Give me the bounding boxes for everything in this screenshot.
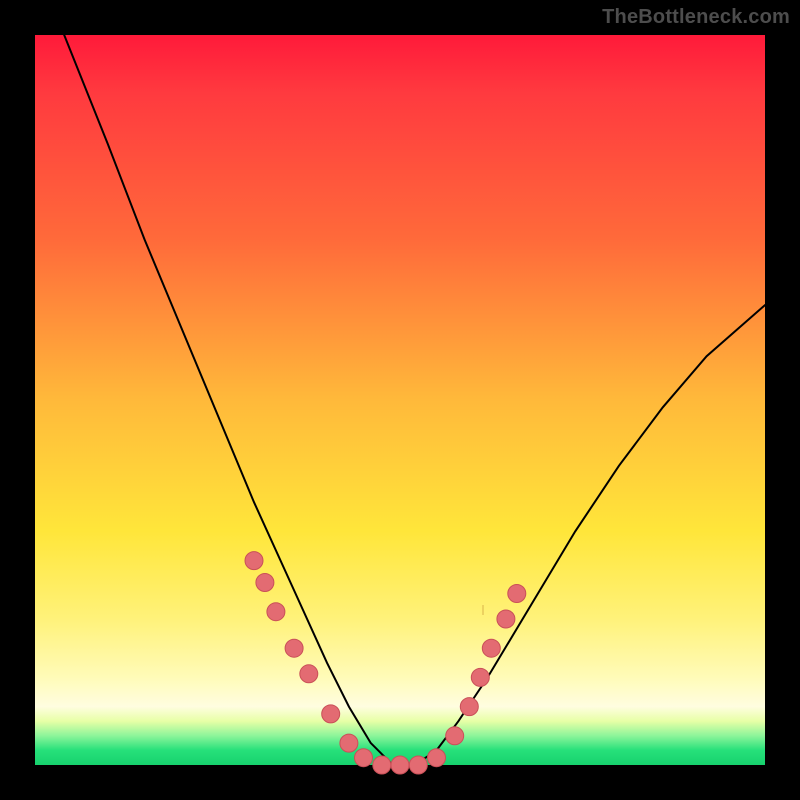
data-point [482, 639, 500, 657]
bottleneck-curve [64, 35, 765, 765]
curve-svg [35, 35, 765, 765]
plot-area [35, 35, 765, 765]
data-point [471, 668, 489, 686]
data-markers [245, 552, 526, 774]
data-point [409, 756, 427, 774]
data-point [373, 756, 391, 774]
watermark-text: TheBottleneck.com [602, 6, 790, 29]
data-point [322, 705, 340, 723]
data-point [497, 610, 515, 628]
data-point [267, 603, 285, 621]
data-point [460, 698, 478, 716]
data-point [340, 734, 358, 752]
data-point [285, 639, 303, 657]
chart-frame: TheBottleneck.com [0, 0, 800, 800]
data-point [256, 574, 274, 592]
data-point [391, 756, 409, 774]
data-point [245, 552, 263, 570]
data-point [508, 585, 526, 603]
minor-tick [482, 605, 484, 615]
data-point [446, 727, 464, 745]
data-point [300, 665, 318, 683]
data-point [355, 749, 373, 767]
data-point [428, 749, 446, 767]
